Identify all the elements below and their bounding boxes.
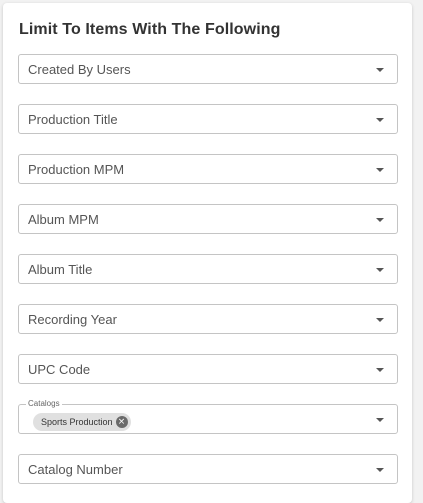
catalog-number-select[interactable]: Catalog Number <box>18 454 398 484</box>
field-label: Album Title <box>28 262 93 277</box>
caret-down-icon <box>376 368 384 372</box>
caret-down-icon <box>376 118 384 122</box>
catalogs-legend: Catalogs <box>26 399 62 409</box>
field-label: UPC Code <box>28 362 91 377</box>
chip-label: Sports Production <box>41 417 113 427</box>
caret-down-icon <box>376 468 384 472</box>
caret-down-icon <box>376 268 384 272</box>
recording-year-select[interactable]: Recording Year <box>18 304 398 334</box>
production-title-select[interactable]: Production Title <box>18 104 398 134</box>
catalog-chip[interactable]: Sports Production × <box>33 413 131 431</box>
field-label: Production Title <box>28 112 118 127</box>
caret-down-icon <box>376 418 384 422</box>
production-mpm-select[interactable]: Production MPM <box>18 154 398 184</box>
field-label: Album MPM <box>28 212 99 227</box>
caret-down-icon <box>376 218 384 222</box>
field-label: Recording Year <box>28 312 117 327</box>
field-label: Catalog Number <box>28 462 123 477</box>
catalogs-select[interactable]: Catalogs Sports Production × <box>18 399 398 434</box>
created-by-users-select[interactable]: Created By Users <box>18 54 398 84</box>
caret-down-icon <box>376 168 384 172</box>
caret-down-icon <box>376 68 384 72</box>
filter-panel: Limit To Items With The Following Create… <box>3 3 412 503</box>
field-label: Production MPM <box>28 162 125 177</box>
album-mpm-select[interactable]: Album MPM <box>18 204 398 234</box>
caret-down-icon <box>376 318 384 322</box>
upc-code-select[interactable]: UPC Code <box>18 354 398 384</box>
field-label: Created By Users <box>28 62 131 77</box>
close-circle-icon[interactable]: × <box>115 416 128 428</box>
panel-title: Limit To Items With The Following <box>19 21 281 38</box>
album-title-select[interactable]: Album Title <box>18 254 398 284</box>
